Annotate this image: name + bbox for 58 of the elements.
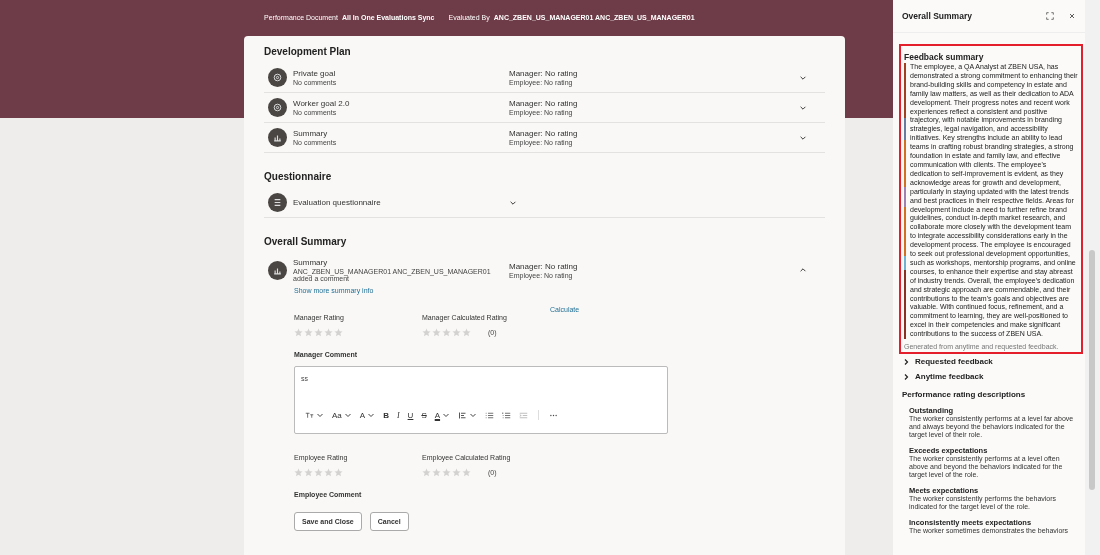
star-icon[interactable]: [294, 468, 303, 477]
star-icon[interactable]: [462, 468, 471, 477]
star-icon[interactable]: [304, 328, 313, 337]
star-icon[interactable]: [422, 328, 431, 337]
star-icon[interactable]: [452, 328, 461, 337]
italic-tool[interactable]: I: [394, 409, 402, 421]
align-icon: [458, 410, 468, 420]
star-icon[interactable]: [442, 328, 451, 337]
close-icon[interactable]: [1068, 12, 1076, 20]
list-icon: [268, 193, 287, 212]
section-title: Overall Summary: [264, 236, 348, 247]
star-icon[interactable]: [462, 328, 471, 337]
heading-icon: [305, 410, 314, 420]
color-tool[interactable]: A: [432, 409, 453, 421]
panel-title: Overall Summary: [902, 11, 973, 21]
star-icon[interactable]: [324, 328, 333, 337]
item-name: Private goal: [293, 69, 337, 78]
chevron-icon[interactable]: [799, 266, 807, 274]
star-icon[interactable]: [432, 468, 441, 477]
star-icon[interactable]: [442, 468, 451, 477]
target-icon: [268, 98, 287, 117]
section-title: Performance rating descriptions: [902, 390, 1027, 400]
strike-tool[interactable]: S: [419, 409, 429, 421]
feedback-title: Feedback summary: [904, 52, 985, 62]
item-name: Evaluation questionnaire: [293, 198, 382, 207]
section-title: Questionnaire: [264, 171, 333, 182]
star-icon[interactable]: [294, 328, 303, 337]
manager-rating-text: Manager: No rating: [509, 129, 579, 138]
star-icon[interactable]: [314, 468, 323, 477]
text-tool[interactable]: Aa: [330, 409, 354, 421]
star-icon[interactable]: [432, 328, 441, 337]
star-icon[interactable]: [304, 468, 313, 477]
bullets-icon: [485, 410, 495, 420]
underline-tool[interactable]: U: [405, 409, 416, 421]
item-name: Summary: [293, 258, 329, 267]
chart-icon: [268, 260, 287, 280]
section-title: Development Plan: [264, 46, 352, 57]
section-toggle[interactable]: Anytime feedback: [902, 372, 984, 382]
scrollbar[interactable]: [1085, 0, 1100, 555]
star-icon[interactable]: [422, 468, 431, 477]
star-icon[interactable]: [452, 468, 461, 477]
target-icon: [268, 68, 287, 87]
section-toggle[interactable]: Requested feedback: [902, 357, 993, 367]
star-icon[interactable]: [314, 328, 323, 337]
bold-tool[interactable]: B: [381, 409, 391, 421]
manager-rating-text: Manager: No rating: [509, 69, 579, 78]
item-name: Summary: [293, 129, 329, 138]
star-icon[interactable]: [324, 468, 333, 477]
numbers-icon: [502, 410, 512, 420]
manager-rating-text: Manager: No rating: [509, 99, 579, 108]
chart-icon: [268, 128, 287, 147]
text-tool[interactable]: A: [357, 409, 378, 421]
expand-icon[interactable]: [1046, 12, 1054, 20]
indent-icon: [519, 410, 529, 420]
manager-rating-text: Manager: No rating: [509, 261, 579, 271]
star-icon[interactable]: [334, 328, 343, 337]
item-name: Worker goal 2.0: [293, 99, 351, 108]
star-icon[interactable]: [334, 468, 343, 477]
